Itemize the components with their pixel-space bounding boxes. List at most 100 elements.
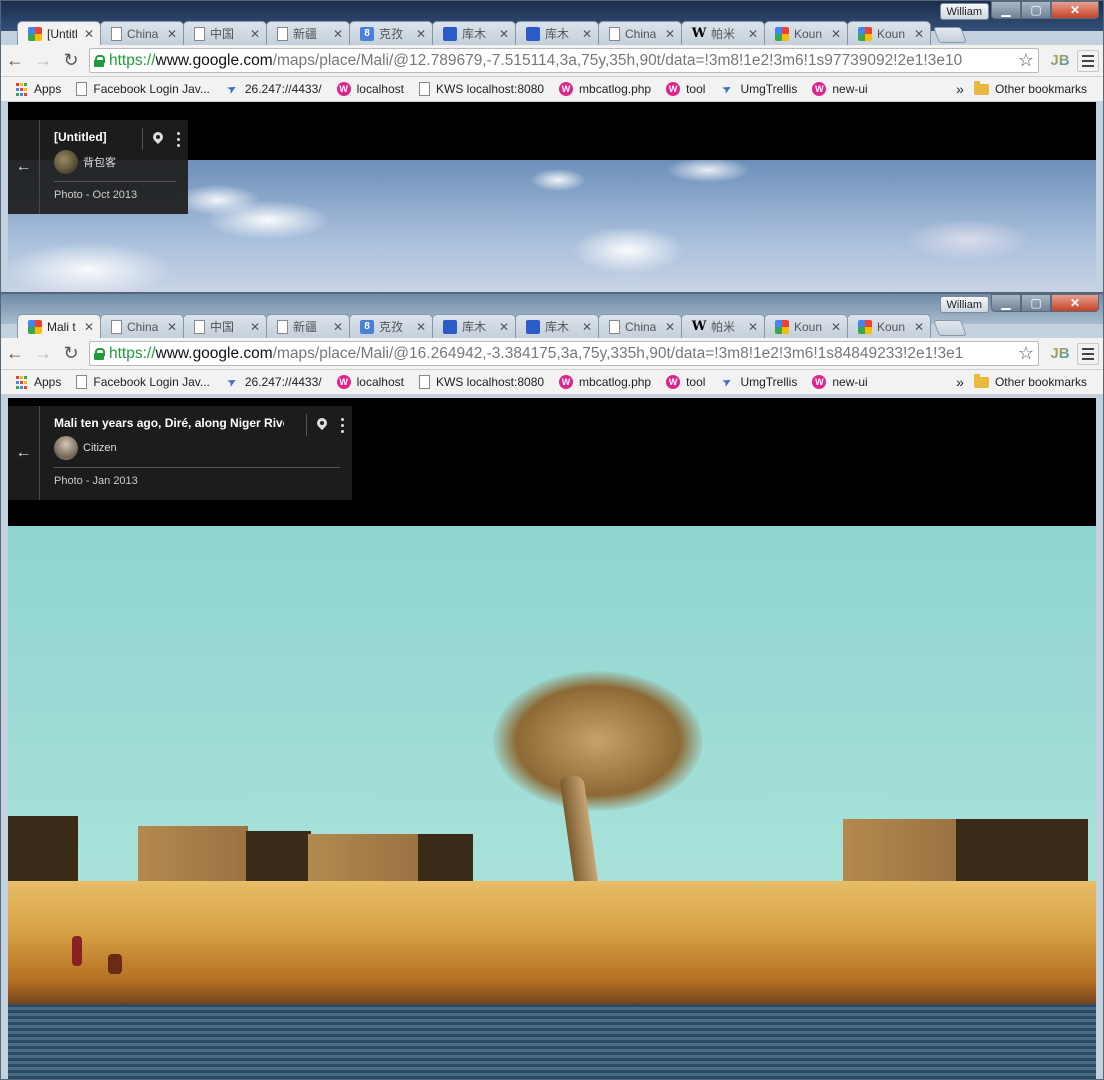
- browser-tab[interactable]: Koun ✕: [847, 21, 931, 45]
- close-tab-icon[interactable]: ✕: [167, 27, 177, 41]
- bookmark-item[interactable]: Wmbcatlog.php: [559, 82, 651, 96]
- bookmark-item[interactable]: ➤ UmgTrellis: [720, 375, 797, 389]
- close-tab-icon[interactable]: ✕: [167, 320, 177, 334]
- bookmark-item[interactable]: ➤ UmgTrellis: [720, 82, 797, 96]
- bookmark-item[interactable]: Wnew-ui: [812, 375, 868, 389]
- photo-author[interactable]: 背包客: [54, 150, 188, 174]
- close-tab-icon[interactable]: ✕: [914, 27, 924, 41]
- new-tab-button[interactable]: [933, 27, 967, 43]
- browser-tab[interactable]: 🐾 库木 ✕: [515, 21, 599, 45]
- close-tab-icon[interactable]: ✕: [250, 27, 260, 41]
- bookmark-item[interactable]: Facebook Login Jav...: [76, 375, 210, 389]
- forward-button[interactable]: →: [29, 343, 57, 364]
- browser-tab[interactable]: 中国 ✕: [183, 21, 267, 45]
- browser-tab[interactable]: China ✕: [100, 21, 184, 45]
- bookmark-item[interactable]: Facebook Login Jav...: [76, 82, 210, 96]
- maximize-button[interactable]: ▢: [1021, 294, 1051, 312]
- back-button[interactable]: ←: [1, 343, 29, 364]
- close-tab-icon[interactable]: ✕: [499, 320, 509, 334]
- new-tab-button[interactable]: [933, 320, 967, 336]
- close-tab-icon[interactable]: ✕: [665, 27, 675, 41]
- back-arrow-icon[interactable]: ←: [8, 120, 40, 214]
- url-text[interactable]: https://www.google.com/maps/place/Mali/@…: [109, 52, 1016, 70]
- browser-tab[interactable]: W 帕米 ✕: [681, 314, 765, 338]
- reload-button[interactable]: ↻: [57, 50, 85, 71]
- minimize-button[interactable]: ▁: [991, 294, 1021, 312]
- bookmark-item[interactable]: Wtool: [666, 82, 705, 96]
- profile-button[interactable]: William: [939, 3, 989, 20]
- close-window-button[interactable]: ✕: [1051, 294, 1099, 312]
- bookmark-item[interactable]: ➤ 26.247://4433/: [225, 82, 321, 96]
- close-tab-icon[interactable]: ✕: [84, 320, 94, 334]
- browser-tab[interactable]: 8 克孜 ✕: [349, 314, 433, 338]
- close-tab-icon[interactable]: ✕: [831, 27, 841, 41]
- browser-tab[interactable]: 8 克孜 ✕: [349, 21, 433, 45]
- close-tab-icon[interactable]: ✕: [333, 27, 343, 41]
- close-tab-icon[interactable]: ✕: [84, 27, 94, 41]
- close-tab-icon[interactable]: ✕: [582, 320, 592, 334]
- browser-tab[interactable]: 新疆 ✕: [266, 314, 350, 338]
- author-name[interactable]: Citizen: [83, 442, 117, 454]
- close-tab-icon[interactable]: ✕: [748, 320, 758, 334]
- close-tab-icon[interactable]: ✕: [499, 27, 509, 41]
- street-view-panel[interactable]: ← Mali ten years ago, Diré, along Niger …: [8, 398, 1096, 1079]
- close-tab-icon[interactable]: ✕: [333, 320, 343, 334]
- minimize-button[interactable]: ▁: [991, 1, 1021, 19]
- bookmark-item[interactable]: Apps: [15, 375, 61, 389]
- bookmark-item[interactable]: Wmbcatlog.php: [559, 375, 651, 389]
- browser-tab[interactable]: 🐾 库木 ✕: [432, 21, 516, 45]
- bookmark-star-icon[interactable]: ☆: [1018, 50, 1034, 71]
- more-options-icon[interactable]: [341, 417, 344, 433]
- jetbrains-extension-icon[interactable]: JB: [1049, 343, 1071, 365]
- bookmark-item[interactable]: Wlocalhost: [336, 82, 404, 96]
- browser-tab[interactable]: China ✕: [598, 314, 682, 338]
- address-bar[interactable]: https://www.google.com/maps/place/Mali/@…: [89, 48, 1039, 73]
- browser-tab[interactable]: Koun ✕: [847, 314, 931, 338]
- close-tab-icon[interactable]: ✕: [582, 27, 592, 41]
- bookmark-item[interactable]: KWS localhost:8080: [418, 375, 544, 389]
- url-text[interactable]: https://www.google.com/maps/place/Mali/@…: [109, 345, 1016, 363]
- other-bookmarks-button[interactable]: Other bookmarks: [973, 80, 1087, 96]
- close-tab-icon[interactable]: ✕: [914, 320, 924, 334]
- bookmark-item[interactable]: ➤ 26.247://4433/: [225, 375, 321, 389]
- author-name[interactable]: 背包客: [83, 154, 116, 170]
- browser-tab[interactable]: 🐾 库木 ✕: [515, 314, 599, 338]
- jetbrains-extension-icon[interactable]: JB: [1049, 50, 1071, 72]
- close-tab-icon[interactable]: ✕: [250, 320, 260, 334]
- browser-tab[interactable]: Mali t ✕: [17, 314, 101, 338]
- location-pin-icon[interactable]: [153, 132, 163, 146]
- browser-tab[interactable]: Koun ✕: [764, 21, 848, 45]
- more-bookmarks-button[interactable]: »: [956, 374, 964, 390]
- chrome-menu-button[interactable]: [1077, 342, 1099, 365]
- bookmark-item[interactable]: Wlocalhost: [336, 375, 404, 389]
- close-tab-icon[interactable]: ✕: [416, 320, 426, 334]
- bookmark-item[interactable]: Apps: [15, 82, 61, 96]
- close-tab-icon[interactable]: ✕: [416, 27, 426, 41]
- close-window-button[interactable]: ✕: [1051, 1, 1099, 19]
- bookmark-item[interactable]: KWS localhost:8080: [418, 82, 544, 96]
- more-options-icon[interactable]: [177, 131, 180, 147]
- chrome-menu-button[interactable]: [1077, 49, 1099, 72]
- browser-tab[interactable]: Koun ✕: [764, 314, 848, 338]
- profile-button[interactable]: William: [939, 296, 989, 313]
- panorama-photo[interactable]: [8, 526, 1096, 1079]
- photo-author[interactable]: Citizen: [54, 436, 352, 460]
- street-view-panel[interactable]: ← [Untitled] 背包客 Photo - Oct 2013: [8, 102, 1096, 292]
- close-tab-icon[interactable]: ✕: [665, 320, 675, 334]
- reload-button[interactable]: ↻: [57, 343, 85, 364]
- browser-tab[interactable]: [Untitl ✕: [17, 21, 101, 45]
- browser-tab[interactable]: China ✕: [100, 314, 184, 338]
- browser-tab[interactable]: W 帕米 ✕: [681, 21, 765, 45]
- browser-tab[interactable]: China ✕: [598, 21, 682, 45]
- close-tab-icon[interactable]: ✕: [748, 27, 758, 41]
- address-bar[interactable]: https://www.google.com/maps/place/Mali/@…: [89, 341, 1039, 366]
- other-bookmarks-button[interactable]: Other bookmarks: [973, 373, 1087, 389]
- maximize-button[interactable]: ▢: [1021, 1, 1051, 19]
- location-pin-icon[interactable]: [317, 418, 327, 432]
- bookmark-star-icon[interactable]: ☆: [1018, 343, 1034, 364]
- back-arrow-icon[interactable]: ←: [8, 406, 40, 500]
- bookmark-item[interactable]: Wtool: [666, 375, 705, 389]
- forward-button[interactable]: →: [29, 50, 57, 71]
- close-tab-icon[interactable]: ✕: [831, 320, 841, 334]
- bookmark-item[interactable]: Wnew-ui: [812, 82, 868, 96]
